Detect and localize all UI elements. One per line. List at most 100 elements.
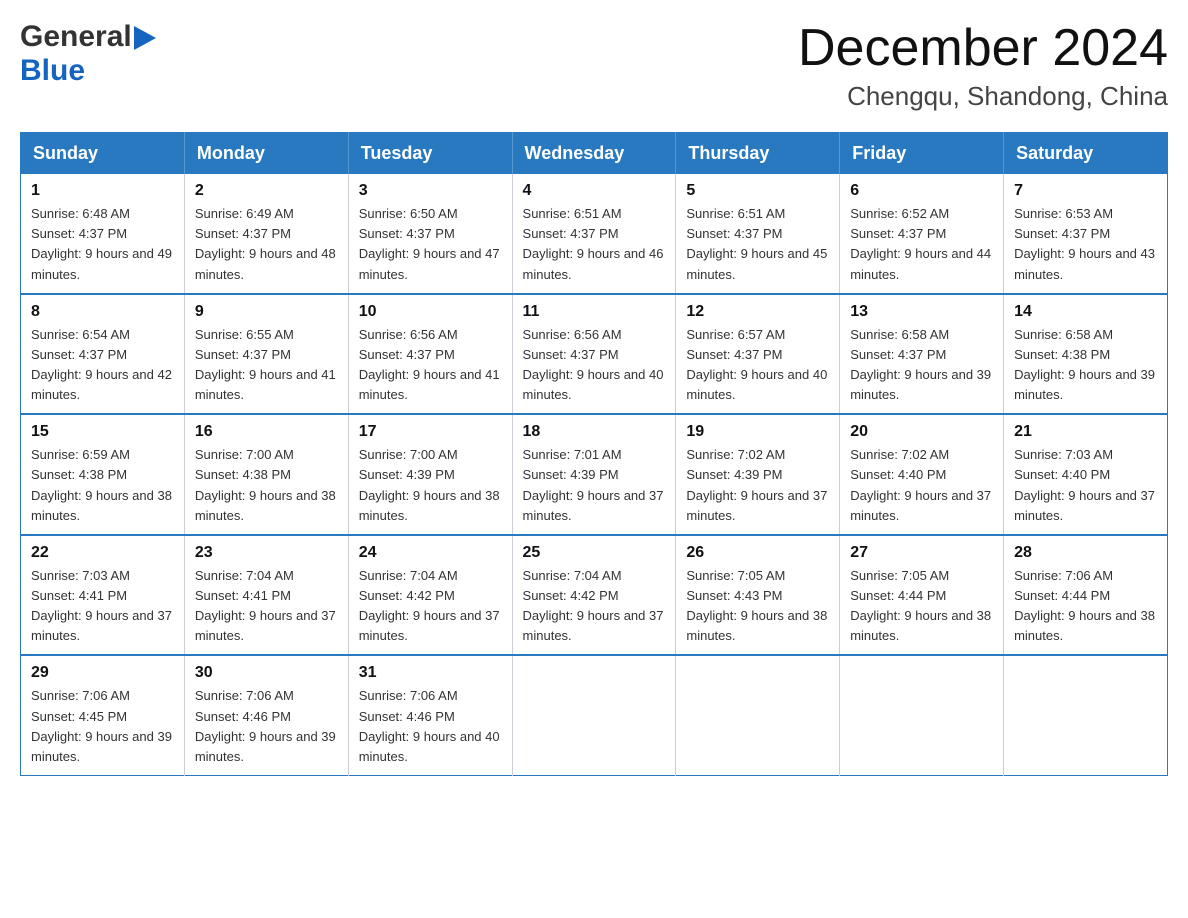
calendar-cell: 25Sunrise: 7:04 AMSunset: 4:42 PMDayligh… bbox=[512, 535, 676, 656]
calendar-cell: 11 Sunrise: 6:56 AMSunset: 4:37 PMDayligh… bbox=[512, 294, 676, 415]
day-info: Sunrise: 6:53 AMSunset: 4:37 PMDaylight:… bbox=[1014, 204, 1157, 285]
calendar-cell bbox=[676, 655, 840, 775]
location-title: Chengqu, Shandong, China bbox=[798, 81, 1168, 112]
header-saturday: Saturday bbox=[1004, 133, 1168, 175]
calendar-cell: 26Sunrise: 7:05 AMSunset: 4:43 PMDayligh… bbox=[676, 535, 840, 656]
calendar-cell: 9 Sunrise: 6:55 AMSunset: 4:37 PMDaylight… bbox=[184, 294, 348, 415]
day-number: 7 bbox=[1014, 182, 1157, 200]
day-number: 19 bbox=[686, 423, 829, 441]
page-header: General Blue December 2024 Chengqu, Shan… bbox=[20, 20, 1168, 112]
day-number: 28 bbox=[1014, 544, 1157, 562]
calendar-cell: 28Sunrise: 7:06 AMSunset: 4:44 PMDayligh… bbox=[1004, 535, 1168, 656]
calendar-week-row: 8 Sunrise: 6:54 AMSunset: 4:37 PMDaylight… bbox=[21, 294, 1168, 415]
day-number: 5 bbox=[686, 182, 829, 200]
header-tuesday: Tuesday bbox=[348, 133, 512, 175]
day-info: Sunrise: 6:51 AMSunset: 4:37 PMDaylight:… bbox=[686, 204, 829, 285]
day-number: 31 bbox=[359, 664, 502, 682]
day-info: Sunrise: 6:49 AMSunset: 4:37 PMDaylight:… bbox=[195, 204, 338, 285]
day-info: Sunrise: 7:02 AMSunset: 4:39 PMDaylight:… bbox=[686, 445, 829, 526]
day-info: Sunrise: 6:55 AMSunset: 4:37 PMDaylight:… bbox=[195, 325, 338, 406]
calendar-cell: 8 Sunrise: 6:54 AMSunset: 4:37 PMDaylight… bbox=[21, 294, 185, 415]
calendar-cell: 12 Sunrise: 6:57 AMSunset: 4:37 PMDayligh… bbox=[676, 294, 840, 415]
day-info: Sunrise: 7:00 AMSunset: 4:39 PMDaylight:… bbox=[359, 445, 502, 526]
day-number: 16 bbox=[195, 423, 338, 441]
calendar-cell: 19 Sunrise: 7:02 AMSunset: 4:39 PMDayligh… bbox=[676, 414, 840, 535]
calendar-cell: 13 Sunrise: 6:58 AMSunset: 4:37 PMDayligh… bbox=[840, 294, 1004, 415]
calendar-cell: 3 Sunrise: 6:50 AMSunset: 4:37 PMDaylight… bbox=[348, 174, 512, 294]
day-info: Sunrise: 6:50 AMSunset: 4:37 PMDaylight:… bbox=[359, 204, 502, 285]
day-number: 18 bbox=[523, 423, 666, 441]
calendar-cell: 27 Sunrise: 7:05 AMSunset: 4:44 PMDayligh… bbox=[840, 535, 1004, 656]
day-info: Sunrise: 7:00 AMSunset: 4:38 PMDaylight:… bbox=[195, 445, 338, 526]
day-number: 8 bbox=[31, 303, 174, 321]
day-number: 27 bbox=[850, 544, 993, 562]
day-number: 4 bbox=[523, 182, 666, 200]
day-info: Sunrise: 6:51 AMSunset: 4:37 PMDaylight:… bbox=[523, 204, 666, 285]
day-number: 30 bbox=[195, 664, 338, 682]
day-info: Sunrise: 7:06 AMSunset: 4:46 PMDaylight:… bbox=[359, 686, 502, 767]
calendar-cell: 22Sunrise: 7:03 AMSunset: 4:41 PMDayligh… bbox=[21, 535, 185, 656]
day-number: 20 bbox=[850, 423, 993, 441]
calendar-cell: 5 Sunrise: 6:51 AMSunset: 4:37 PMDaylight… bbox=[676, 174, 840, 294]
header-thursday: Thursday bbox=[676, 133, 840, 175]
day-info: Sunrise: 6:59 AMSunset: 4:38 PMDaylight:… bbox=[31, 445, 174, 526]
day-number: 6 bbox=[850, 182, 993, 200]
calendar-cell: 17 Sunrise: 7:00 AMSunset: 4:39 PMDayligh… bbox=[348, 414, 512, 535]
day-number: 17 bbox=[359, 423, 502, 441]
calendar-cell: 24Sunrise: 7:04 AMSunset: 4:42 PMDayligh… bbox=[348, 535, 512, 656]
header-sunday: Sunday bbox=[21, 133, 185, 175]
calendar-cell: 10 Sunrise: 6:56 AMSunset: 4:37 PMDayligh… bbox=[348, 294, 512, 415]
day-number: 21 bbox=[1014, 423, 1157, 441]
day-info: Sunrise: 6:58 AMSunset: 4:37 PMDaylight:… bbox=[850, 325, 993, 406]
day-number: 14 bbox=[1014, 303, 1157, 321]
calendar-week-row: 22Sunrise: 7:03 AMSunset: 4:41 PMDayligh… bbox=[21, 535, 1168, 656]
logo-blue-text: Blue bbox=[20, 54, 85, 87]
day-info: Sunrise: 7:04 AMSunset: 4:41 PMDaylight:… bbox=[195, 566, 338, 647]
calendar-cell: 20 Sunrise: 7:02 AMSunset: 4:40 PMDayligh… bbox=[840, 414, 1004, 535]
day-info: Sunrise: 7:03 AMSunset: 4:40 PMDaylight:… bbox=[1014, 445, 1157, 526]
day-number: 15 bbox=[31, 423, 174, 441]
calendar-cell: 16 Sunrise: 7:00 AMSunset: 4:38 PMDayligh… bbox=[184, 414, 348, 535]
day-info: Sunrise: 7:05 AMSunset: 4:44 PMDaylight:… bbox=[850, 566, 993, 647]
calendar-cell: 14Sunrise: 6:58 AMSunset: 4:38 PMDayligh… bbox=[1004, 294, 1168, 415]
day-number: 9 bbox=[195, 303, 338, 321]
month-title: December 2024 bbox=[798, 20, 1168, 77]
day-number: 12 bbox=[686, 303, 829, 321]
day-info: Sunrise: 7:03 AMSunset: 4:41 PMDaylight:… bbox=[31, 566, 174, 647]
calendar-cell: 21 Sunrise: 7:03 AMSunset: 4:40 PMDayligh… bbox=[1004, 414, 1168, 535]
calendar-week-row: 15 Sunrise: 6:59 AMSunset: 4:38 PMDayligh… bbox=[21, 414, 1168, 535]
day-info: Sunrise: 7:06 AMSunset: 4:45 PMDaylight:… bbox=[31, 686, 174, 767]
logo-general-text: General bbox=[20, 20, 132, 54]
calendar-table: SundayMondayTuesdayWednesdayThursdayFrid… bbox=[20, 132, 1168, 776]
day-number: 3 bbox=[359, 182, 502, 200]
logo-arrow-icon bbox=[134, 26, 156, 50]
calendar-cell bbox=[840, 655, 1004, 775]
day-number: 11 bbox=[523, 303, 666, 321]
calendar-cell bbox=[1004, 655, 1168, 775]
day-number: 13 bbox=[850, 303, 993, 321]
header-wednesday: Wednesday bbox=[512, 133, 676, 175]
calendar-cell: 4 Sunrise: 6:51 AMSunset: 4:37 PMDaylight… bbox=[512, 174, 676, 294]
day-info: Sunrise: 7:04 AMSunset: 4:42 PMDaylight:… bbox=[523, 566, 666, 647]
calendar-week-row: 29 Sunrise: 7:06 AMSunset: 4:45 PMDayligh… bbox=[21, 655, 1168, 775]
calendar-cell: 31 Sunrise: 7:06 AMSunset: 4:46 PMDayligh… bbox=[348, 655, 512, 775]
day-number: 1 bbox=[31, 182, 174, 200]
day-info: Sunrise: 7:06 AMSunset: 4:46 PMDaylight:… bbox=[195, 686, 338, 767]
title-block: December 2024 Chengqu, Shandong, China bbox=[798, 20, 1168, 112]
day-info: Sunrise: 6:48 AMSunset: 4:37 PMDaylight:… bbox=[31, 204, 174, 285]
day-info: Sunrise: 6:56 AMSunset: 4:37 PMDaylight:… bbox=[359, 325, 502, 406]
day-number: 29 bbox=[31, 664, 174, 682]
day-number: 23 bbox=[195, 544, 338, 562]
day-info: Sunrise: 7:02 AMSunset: 4:40 PMDaylight:… bbox=[850, 445, 993, 526]
calendar-cell: 1 Sunrise: 6:48 AMSunset: 4:37 PMDaylight… bbox=[21, 174, 185, 294]
day-number: 10 bbox=[359, 303, 502, 321]
day-info: Sunrise: 6:57 AMSunset: 4:37 PMDaylight:… bbox=[686, 325, 829, 406]
day-info: Sunrise: 6:54 AMSunset: 4:37 PMDaylight:… bbox=[31, 325, 174, 406]
calendar-cell: 29 Sunrise: 7:06 AMSunset: 4:45 PMDayligh… bbox=[21, 655, 185, 775]
header-friday: Friday bbox=[840, 133, 1004, 175]
calendar-cell: 30 Sunrise: 7:06 AMSunset: 4:46 PMDayligh… bbox=[184, 655, 348, 775]
day-info: Sunrise: 6:56 AMSunset: 4:37 PMDaylight:… bbox=[523, 325, 666, 406]
header-monday: Monday bbox=[184, 133, 348, 175]
calendar-cell: 23 Sunrise: 7:04 AMSunset: 4:41 PMDayligh… bbox=[184, 535, 348, 656]
day-number: 2 bbox=[195, 182, 338, 200]
